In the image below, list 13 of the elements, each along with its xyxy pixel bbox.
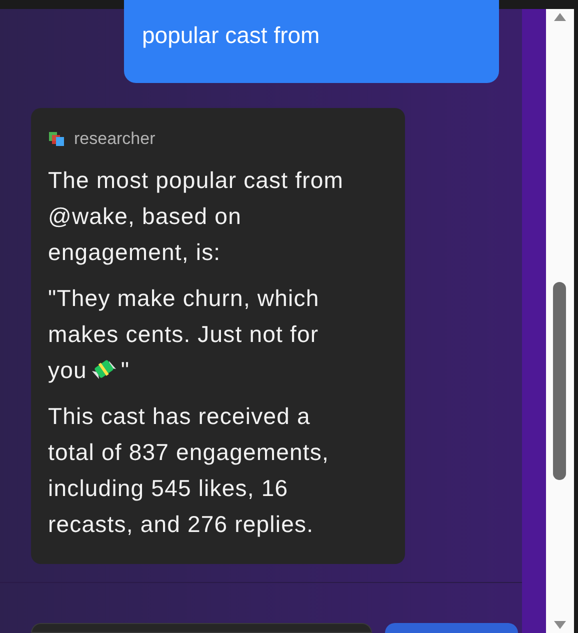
money-with-wings-icon [90,358,117,380]
message-paragraph: This cast has received a total of 837 engagements, including 545 likes, 16 recasts, and 276 replies. [48,402,330,539]
quoted-cast: "They make churn, which makes cents. Just not for you " [48,284,320,385]
message-input[interactable] [31,623,372,633]
scrollbar[interactable] [546,9,574,633]
author-name: researcher [74,128,156,150]
scroll-down-icon[interactable] [554,621,566,629]
stacked-squares-icon [48,130,66,147]
scrollbar-thumb[interactable] [553,282,566,480]
send-button[interactable] [385,623,518,633]
scroll-up-icon[interactable] [554,13,566,21]
message-text: popular cast from [142,22,320,48]
message-paragraph: The most popular cast from @wake, based on engagement, is: [48,166,345,267]
